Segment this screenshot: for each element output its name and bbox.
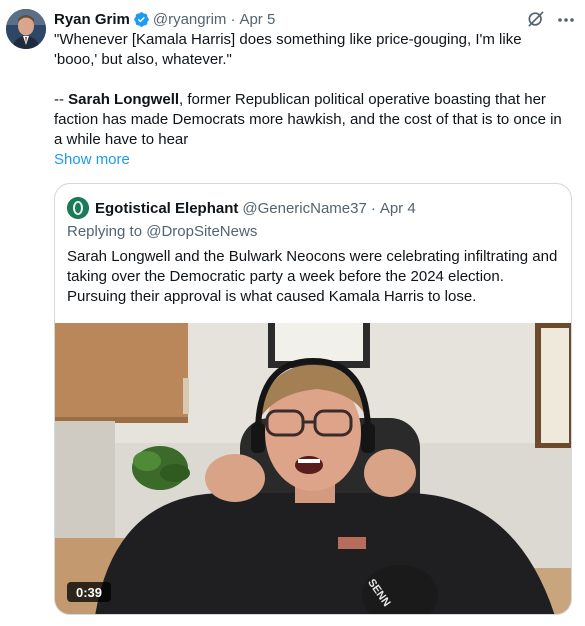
author-avatar[interactable] [6, 9, 46, 49]
quote-header: Egotistical Elephant @GenericName37 · Ap… [67, 197, 416, 219]
author-handle[interactable]: @ryangrim [153, 11, 227, 28]
quote-author-name[interactable]: Egotistical Elephant [95, 200, 238, 217]
video-thumbnail [55, 323, 571, 614]
author-name[interactable]: Ryan Grim [54, 11, 130, 28]
grok-icon[interactable] [526, 9, 546, 29]
attribution-name: Sarah Longwell [68, 91, 180, 108]
post-attribution: -- Sarah Longwell, former Republican pol… [54, 90, 574, 150]
quoted-tweet[interactable]: Egotistical Elephant @GenericName37 · Ap… [54, 183, 572, 615]
post-text: "Whenever [Kamala Harris] does something… [54, 30, 574, 150]
replying-prefix: Replying to [67, 223, 147, 240]
post-date[interactable]: Apr 5 [239, 11, 275, 28]
quote-avatar[interactable] [67, 197, 89, 219]
post-line: "Whenever [Kamala Harris] does something… [54, 31, 522, 48]
attribution-prefix: -- [54, 91, 69, 108]
video-player[interactable]: SENN 0:39 [55, 323, 571, 614]
separator-dot: · [370, 199, 376, 217]
show-more-link[interactable]: Show more [54, 151, 130, 168]
replying-mention[interactable]: @DropSiteNews [146, 223, 257, 240]
quote-date[interactable]: Apr 4 [380, 200, 416, 217]
quote-text: Sarah Longwell and the Bulwark Neocons w… [67, 248, 558, 305]
post-line: 'booo,' but also, whatever." [54, 51, 232, 68]
separator-dot: · [230, 10, 236, 28]
replying-to: Replying to @DropSiteNews [67, 223, 257, 240]
tweet[interactable]: Ryan Grim @ryangrim · Apr 5 "Whenever [K… [0, 0, 585, 626]
verified-badge-icon [133, 11, 150, 28]
video-duration: 0:39 [67, 582, 111, 602]
more-icon[interactable] [556, 10, 576, 30]
quote-author-handle[interactable]: @GenericName37 [242, 200, 366, 217]
tweet-header: Ryan Grim @ryangrim · Apr 5 [54, 9, 275, 29]
